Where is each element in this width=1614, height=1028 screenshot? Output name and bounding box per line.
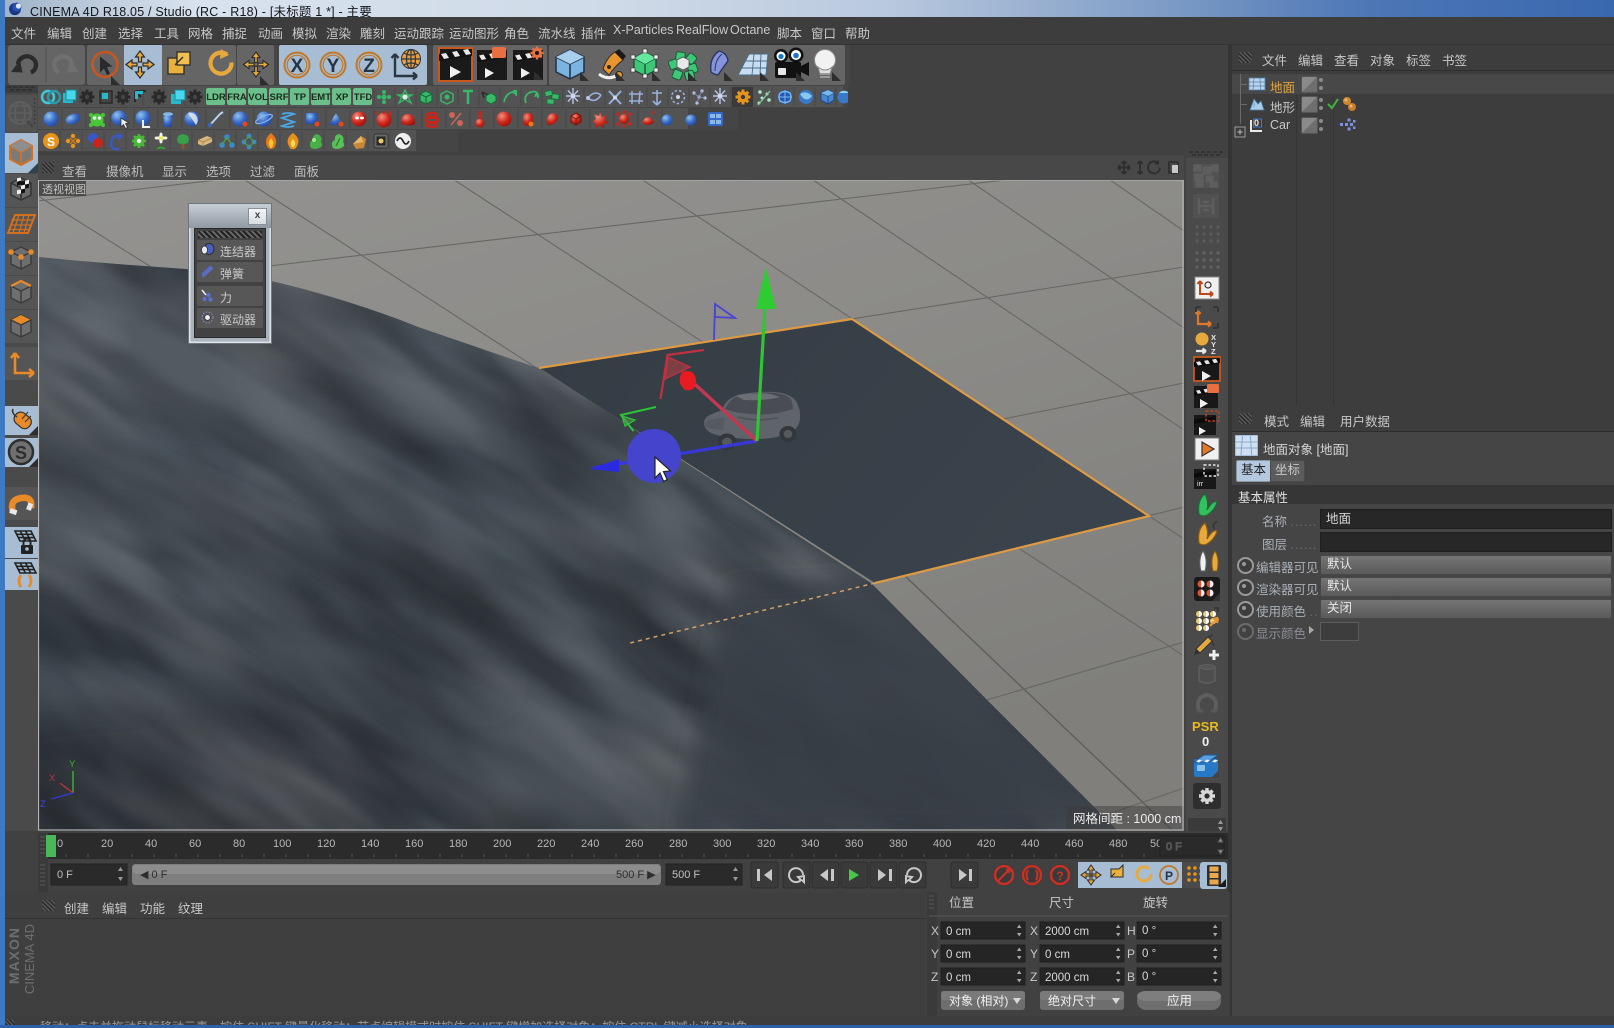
svg-text:irr: irr: [1197, 481, 1204, 488]
svg-text:TFD: TFD: [354, 92, 373, 103]
svg-text:160: 160: [405, 838, 423, 850]
svg-text:SRF: SRF: [270, 92, 289, 103]
svg-text:PSR: PSR: [1192, 719, 1219, 734]
svg-text:S: S: [47, 135, 55, 149]
svg-text:400: 400: [933, 838, 951, 850]
svg-text:500 F ▶: 500 F ▶: [616, 869, 656, 881]
svg-text:H: H: [1127, 924, 1136, 938]
svg-text:2000 cm: 2000 cm: [1045, 972, 1089, 984]
svg-text:X: X: [1030, 924, 1038, 938]
svg-text:Z: Z: [363, 56, 375, 77]
svg-text:应用: 应用: [1167, 993, 1192, 1008]
svg-text:◀ 0 F: ◀ 0 F: [140, 869, 168, 881]
svg-text:X: X: [291, 56, 304, 77]
svg-text:220: 220: [537, 838, 555, 850]
svg-text:0: 0: [1202, 734, 1209, 749]
svg-text:240: 240: [581, 838, 599, 850]
svg-text:?: ?: [1056, 869, 1063, 883]
svg-text:0 F: 0 F: [1166, 841, 1182, 853]
svg-text:80: 80: [233, 838, 245, 850]
svg-text:Z: Z: [931, 970, 938, 984]
svg-text:0 °: 0 °: [1142, 948, 1156, 960]
svg-text:0 cm: 0 cm: [1045, 949, 1070, 961]
svg-text:透视视图: 透视视图: [42, 182, 86, 196]
svg-text:320: 320: [757, 838, 775, 850]
svg-text:VOL: VOL: [248, 92, 268, 103]
svg-text:480: 480: [1109, 838, 1127, 850]
svg-text:0 cm: 0 cm: [946, 972, 971, 984]
svg-text:X: X: [931, 924, 939, 938]
svg-text:Y: Y: [931, 947, 939, 961]
svg-text:X: X: [49, 773, 56, 784]
svg-text:260: 260: [625, 838, 643, 850]
svg-text:Y: Y: [69, 759, 76, 770]
svg-text:100: 100: [273, 838, 291, 850]
svg-text:0 F: 0 F: [57, 869, 73, 881]
svg-text:Z: Z: [40, 799, 46, 810]
svg-text:340: 340: [801, 838, 819, 850]
svg-text:140: 140: [361, 838, 379, 850]
svg-text:TP: TP: [294, 92, 307, 103]
svg-text:S: S: [15, 443, 27, 463]
svg-text:380: 380: [889, 838, 907, 850]
svg-text:LDR: LDR: [206, 92, 226, 103]
svg-text:200: 200: [493, 838, 511, 850]
svg-text:对象 (相对): 对象 (相对): [949, 994, 1008, 1008]
svg-text:60: 60: [189, 838, 201, 850]
svg-text:300: 300: [713, 838, 731, 850]
svg-text:0 °: 0 °: [1142, 925, 1156, 937]
svg-text:B: B: [1127, 970, 1135, 984]
svg-text:500 F: 500 F: [672, 869, 700, 881]
svg-text:120: 120: [317, 838, 335, 850]
svg-text:180: 180: [449, 838, 467, 850]
svg-text:网格间距 : 1000 cm: 网格间距 : 1000 cm: [1073, 811, 1181, 826]
svg-text:420: 420: [977, 838, 995, 850]
svg-text:Z: Z: [1211, 347, 1216, 356]
svg-text:尺寸: 尺寸: [1049, 896, 1074, 910]
svg-text:绝对尺寸: 绝对尺寸: [1048, 993, 1096, 1008]
svg-text:P: P: [1165, 869, 1173, 883]
svg-text:EMT: EMT: [311, 92, 331, 103]
svg-text:280: 280: [669, 838, 687, 850]
svg-text:Y: Y: [1030, 947, 1038, 961]
svg-text:440: 440: [1021, 838, 1039, 850]
svg-text:XP: XP: [336, 92, 349, 103]
svg-text:旋转: 旋转: [1143, 895, 1168, 910]
svg-text:0 °: 0 °: [1142, 971, 1156, 983]
svg-text:20: 20: [101, 838, 113, 850]
svg-text:0: 0: [57, 838, 63, 850]
svg-text:0 cm: 0 cm: [946, 926, 971, 938]
svg-text:P: P: [1127, 947, 1135, 961]
svg-text:FRA: FRA: [227, 92, 247, 103]
svg-text:460: 460: [1065, 838, 1083, 850]
svg-text:0 cm: 0 cm: [946, 949, 971, 961]
svg-text:Y: Y: [327, 56, 340, 77]
svg-text:2000 cm: 2000 cm: [1045, 926, 1089, 938]
svg-text:Z: Z: [1030, 970, 1037, 984]
svg-text:40: 40: [145, 838, 157, 850]
svg-text:位置: 位置: [949, 895, 974, 910]
svg-text:360: 360: [845, 838, 863, 850]
